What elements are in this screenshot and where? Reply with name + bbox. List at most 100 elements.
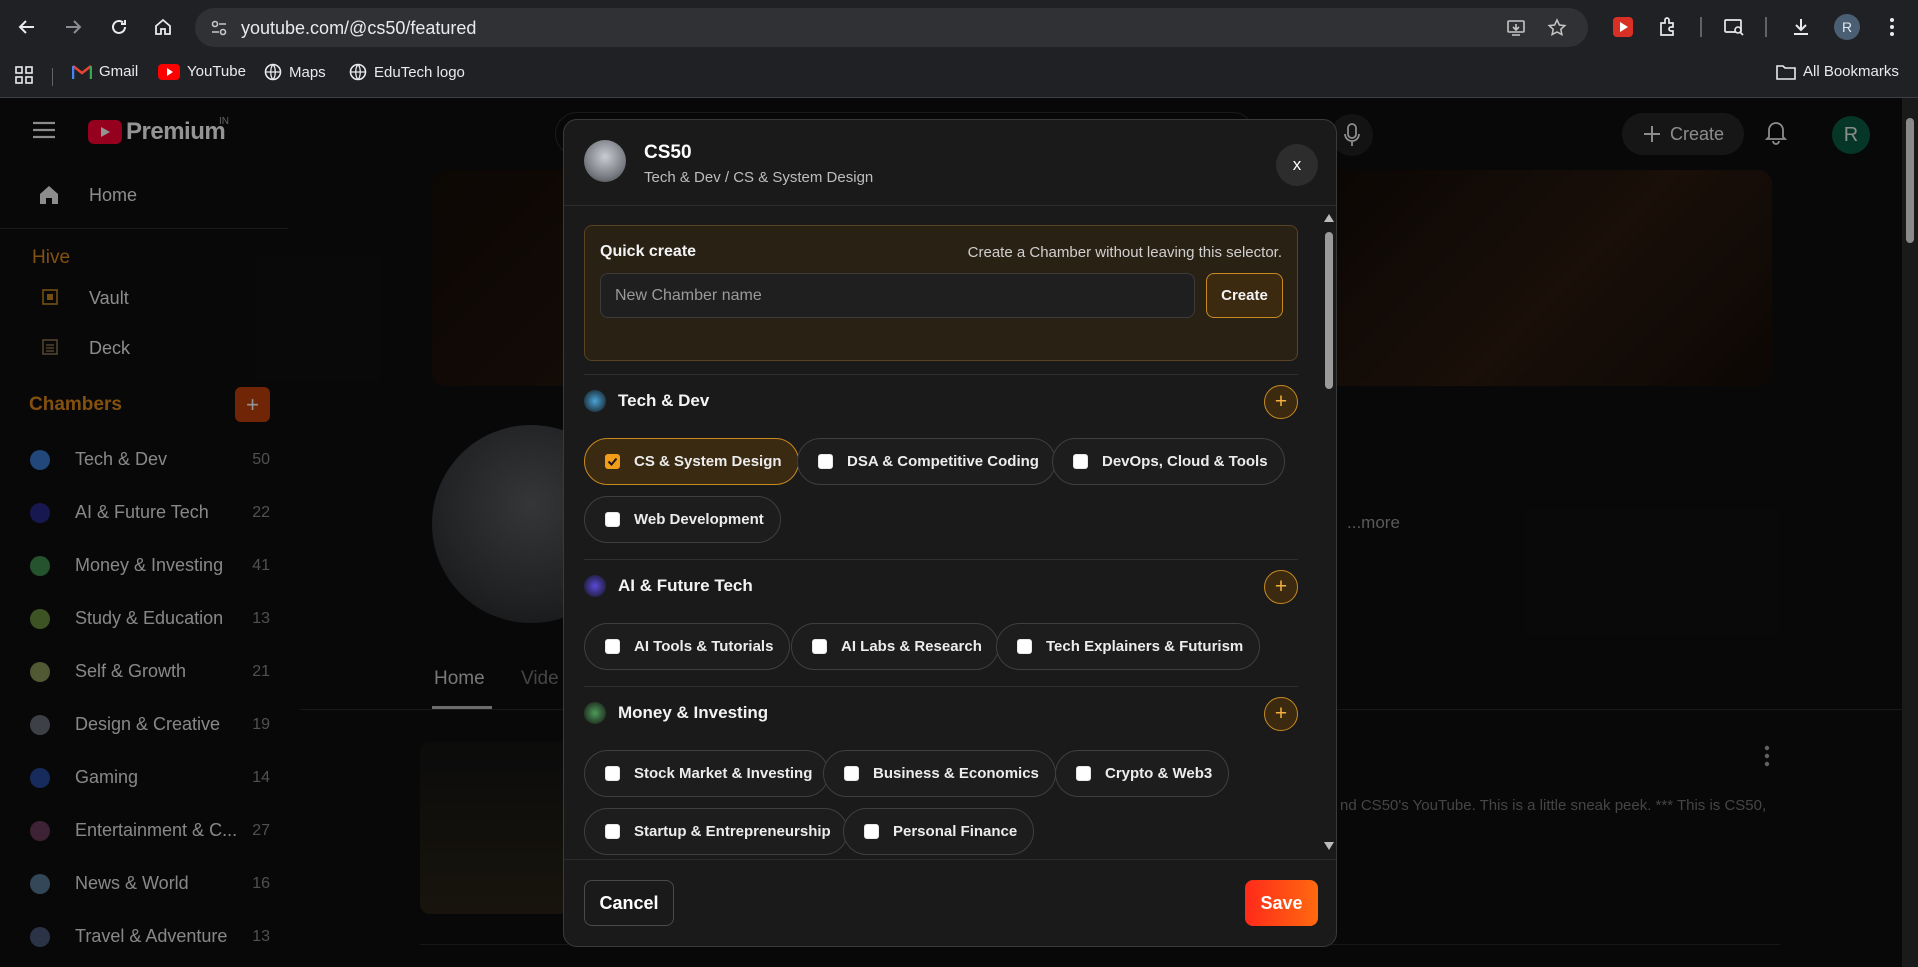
page-scrollbar[interactable] — [1902, 98, 1918, 967]
group-title: Tech & Dev — [618, 391, 710, 410]
tab-search-icon[interactable] — [1720, 13, 1748, 41]
checkbox[interactable] — [1076, 766, 1091, 781]
chip-business-economics[interactable]: Business & Economics — [823, 750, 1056, 797]
reload-button[interactable] — [104, 12, 134, 42]
toolbar-divider — [1765, 17, 1767, 37]
save-button[interactable]: Save — [1245, 880, 1318, 926]
back-button[interactable] — [12, 12, 42, 42]
bookmark-edutech[interactable]: EduTech logo — [349, 63, 465, 81]
chip-startup-entrepreneurship[interactable]: Startup & Entrepreneurship — [584, 808, 848, 855]
extension-red-icon[interactable] — [1609, 13, 1637, 41]
checkbox[interactable] — [605, 454, 620, 469]
new-chamber-name-input[interactable] — [600, 273, 1195, 318]
checkbox[interactable] — [605, 639, 620, 654]
group-divider — [584, 686, 1298, 687]
tech-dev-icon — [584, 390, 606, 412]
bookmark-maps[interactable]: Maps — [264, 63, 326, 81]
address-bar[interactable]: youtube.com/@cs50/featured — [195, 8, 1588, 47]
folder-icon — [1776, 64, 1796, 80]
chip-label: Crypto & Web3 — [1105, 765, 1213, 782]
quick-create-button[interactable]: Create — [1206, 273, 1283, 318]
chip-devops-cloud-tools[interactable]: DevOps, Cloud & Tools — [1052, 438, 1285, 485]
bookmarks-divider — [52, 68, 53, 86]
checkbox[interactable] — [818, 454, 833, 469]
forward-button[interactable] — [58, 12, 88, 42]
checkbox[interactable] — [605, 824, 620, 839]
chip-web-development[interactable]: Web Development — [584, 496, 781, 543]
checkbox[interactable] — [1073, 454, 1088, 469]
bookmark-gmail[interactable]: Gmail — [72, 63, 138, 80]
browser-profile-avatar[interactable]: R — [1834, 14, 1860, 40]
chip-label: Personal Finance — [893, 823, 1018, 840]
group-title: AI & Future Tech — [618, 576, 753, 595]
chip-crypto-web3[interactable]: Crypto & Web3 — [1055, 750, 1230, 797]
browser-toolbar: youtube.com/@cs50/featured R — [0, 0, 1918, 54]
home-button[interactable] — [148, 12, 178, 42]
chip-tech-explainers-futurism[interactable]: Tech Explainers & Futurism — [996, 623, 1261, 670]
dialog-footer: Cancel Save — [564, 859, 1336, 946]
chip-label: AI Tools & Tutorials — [634, 638, 774, 655]
scroll-up-arrow-icon[interactable] — [1324, 214, 1334, 222]
channel-avatar-small — [584, 140, 626, 182]
apps-grid-icon[interactable] — [14, 65, 34, 85]
bookmarks-bar: Gmail YouTube Maps EduTech logo All Book… — [0, 54, 1918, 98]
chip-cs-system-design[interactable]: CS & System Design — [584, 438, 799, 485]
quick-create-panel: Quick create Create a Chamber without le… — [584, 225, 1298, 361]
group-header-money-investing: Money & Investing + — [584, 697, 1298, 731]
group-title: Money & Investing — [618, 703, 769, 722]
chip-label: DSA & Competitive Coding — [847, 453, 1039, 470]
checkbox[interactable] — [605, 512, 620, 527]
checkbox[interactable] — [605, 766, 620, 781]
checkbox[interactable] — [1017, 639, 1032, 654]
dialog-scrollbar[interactable] — [1321, 210, 1336, 855]
group-header-tech-dev: Tech & Dev + — [584, 385, 1298, 419]
checkbox[interactable] — [812, 639, 827, 654]
add-subchamber-button[interactable]: + — [1264, 570, 1298, 604]
group-header-ai-future-tech: AI & Future Tech + — [584, 570, 1298, 604]
chip-ai-tools-tutorials[interactable]: AI Tools & Tutorials — [584, 623, 791, 670]
gmail-icon — [72, 64, 92, 79]
add-subchamber-button[interactable]: + — [1264, 697, 1298, 731]
bookmark-label: EduTech logo — [374, 63, 465, 81]
youtube-icon — [158, 63, 180, 80]
money-investing-icon — [584, 702, 606, 724]
page-scrollbar-thumb[interactable] — [1906, 118, 1914, 243]
chip-personal-finance[interactable]: Personal Finance — [843, 808, 1035, 855]
chip-stock-market-investing[interactable]: Stock Market & Investing — [584, 750, 830, 797]
downloads-icon[interactable] — [1787, 13, 1815, 41]
site-info-icon[interactable] — [209, 18, 229, 43]
dialog-subtitle: Tech & Dev / CS & System Design — [644, 169, 874, 186]
chip-label: Business & Economics — [873, 765, 1039, 782]
browser-menu-icon[interactable] — [1878, 13, 1906, 41]
chip-ai-labs-research[interactable]: AI Labs & Research — [791, 623, 999, 670]
quick-create-hint: Create a Chamber without leaving this se… — [967, 244, 1282, 261]
toolbar-divider — [1700, 17, 1702, 37]
url-text[interactable]: youtube.com/@cs50/featured — [241, 18, 476, 39]
chip-label: Tech Explainers & Futurism — [1046, 638, 1244, 655]
dialog-body: Quick create Create a Chamber without le… — [564, 206, 1336, 859]
install-app-icon[interactable] — [1506, 18, 1526, 43]
bookmark-youtube[interactable]: YouTube — [158, 63, 246, 80]
add-subchamber-button[interactable]: + — [1264, 385, 1298, 419]
chip-dsa-competitive-coding[interactable]: DSA & Competitive Coding — [797, 438, 1056, 485]
checkbox[interactable] — [864, 824, 879, 839]
dialog-scrollbar-thumb[interactable] — [1325, 232, 1333, 389]
chamber-selector-dialog: CS50 Tech & Dev / CS & System Design x Q… — [563, 119, 1337, 947]
chip-label: AI Labs & Research — [841, 638, 982, 655]
check-icon — [607, 457, 618, 466]
scroll-down-arrow-icon[interactable] — [1324, 842, 1334, 850]
chip-label: Web Development — [634, 511, 764, 528]
cancel-button[interactable]: Cancel — [584, 880, 674, 926]
chip-label: DevOps, Cloud & Tools — [1102, 453, 1268, 470]
dialog-header: CS50 Tech & Dev / CS & System Design x — [564, 120, 1336, 206]
bookmark-star-icon[interactable] — [1547, 18, 1567, 43]
all-bookmarks-label: All Bookmarks — [1803, 63, 1899, 80]
chip-label: Stock Market & Investing — [634, 765, 813, 782]
extensions-puzzle-icon[interactable] — [1654, 13, 1682, 41]
checkbox[interactable] — [844, 766, 859, 781]
all-bookmarks[interactable]: All Bookmarks — [1776, 63, 1899, 80]
bookmark-label: YouTube — [187, 63, 246, 80]
bookmark-label: Gmail — [99, 63, 139, 80]
group-divider — [584, 374, 1298, 375]
close-button[interactable]: x — [1276, 144, 1318, 186]
